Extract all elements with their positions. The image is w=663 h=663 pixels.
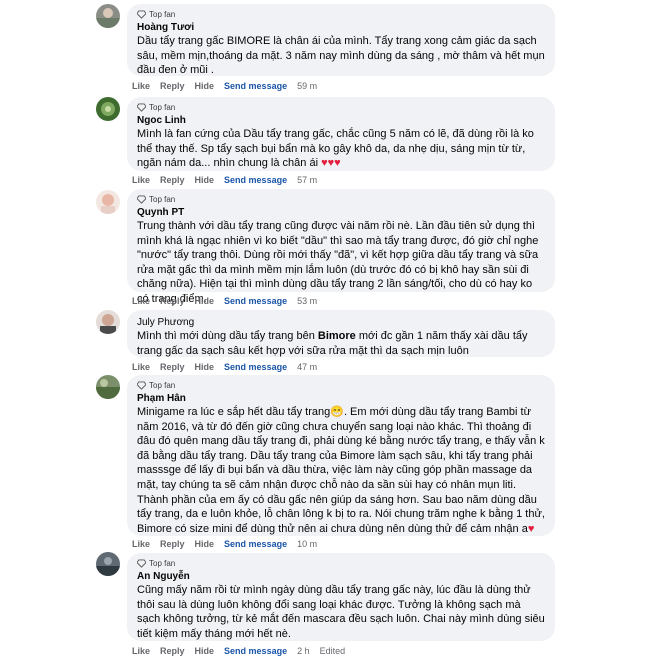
comment-bubble: Top fan Phạm Hân Minigame ra lúc e sắp h…: [127, 375, 555, 536]
grin-emoji: 😁: [330, 406, 344, 418]
avatar[interactable]: [96, 310, 120, 334]
like-button[interactable]: Like: [132, 362, 150, 372]
heart-emoji: ♥: [527, 522, 535, 535]
comment-text: Cũng mấy năm rồi từ mình ngày dùng dầu t…: [137, 584, 545, 640]
comment-actions: Like Reply Hide Send message 59 m: [132, 80, 327, 92]
reply-button[interactable]: Reply: [160, 362, 185, 372]
comment-actions: Like Reply Hide Send message 53 m: [132, 295, 327, 307]
comment-bubble: Top fan Hoàng Tươi Dầu tẩy trang gấc BIM…: [127, 4, 555, 76]
comment-actions: Like Reply Hide Send message 2 h Edited: [132, 645, 355, 657]
comment-text: Trung thành với dầu tẩy trang cũng được …: [137, 220, 539, 305]
send-message-button[interactable]: Send message: [224, 539, 287, 549]
like-button[interactable]: Like: [132, 539, 150, 549]
send-message-button[interactable]: Send message: [224, 296, 287, 306]
brand-mention[interactable]: Bimore: [318, 330, 356, 342]
comment-actions: Like Reply Hide Send message 10 m: [132, 538, 327, 550]
reply-button[interactable]: Reply: [160, 175, 185, 185]
hide-button[interactable]: Hide: [195, 81, 215, 91]
like-button[interactable]: Like: [132, 296, 150, 306]
top-fan-badge: Top fan: [137, 558, 545, 569]
comment-bubble: Top fan Ngoc Linh Mình là fan cứng của D…: [127, 97, 555, 171]
like-button[interactable]: Like: [132, 646, 150, 656]
comment-actions: Like Reply Hide Send message 47 m: [132, 361, 327, 373]
comment-text: Mình thì mới dùng dầu tẩy trang bên Bimo…: [137, 330, 528, 357]
comment-text: Mình là fan cứng của Dầu tẩy trang gấc, …: [137, 128, 534, 170]
comment-bubble: Top fan Quynh PT Trung thành với dầu tẩy…: [127, 189, 555, 305]
top-fan-badge: Top fan: [137, 380, 545, 391]
diamond-icon: [137, 103, 146, 112]
diamond-icon: [137, 195, 146, 204]
avatar[interactable]: [96, 375, 120, 399]
author-name[interactable]: Ngoc Linh: [137, 114, 545, 127]
send-message-button[interactable]: Send message: [224, 362, 287, 372]
top-fan-badge: Top fan: [137, 102, 545, 113]
timestamp[interactable]: 2 h: [297, 646, 310, 656]
diamond-icon: [137, 381, 146, 390]
reply-button[interactable]: Reply: [160, 646, 185, 656]
author-name[interactable]: July Phương: [137, 316, 545, 329]
hide-button[interactable]: Hide: [195, 362, 215, 372]
avatar[interactable]: [96, 97, 120, 121]
reply-button[interactable]: Reply: [160, 81, 185, 91]
hide-button[interactable]: Hide: [195, 646, 215, 656]
hide-button[interactable]: Hide: [195, 175, 215, 185]
author-name[interactable]: Hoàng Tươi: [137, 21, 545, 34]
timestamp[interactable]: 53 m: [297, 296, 317, 306]
comment-bubble: July Phương Mình thì mới dùng dầu tẩy tr…: [127, 310, 555, 357]
diamond-icon: [137, 10, 146, 19]
comment-text: Dầu tẩy trang gấc BIMORE là chân ái của …: [137, 35, 545, 77]
author-name[interactable]: Quynh PT: [137, 206, 545, 219]
avatar[interactable]: [96, 4, 120, 28]
top-fan-badge: Top fan: [137, 194, 545, 205]
like-button[interactable]: Like: [132, 81, 150, 91]
edited-label[interactable]: Edited: [320, 646, 346, 656]
comment-actions: Like Reply Hide Send message 57 m: [132, 174, 327, 186]
timestamp[interactable]: 57 m: [297, 175, 317, 185]
like-button[interactable]: Like: [132, 175, 150, 185]
author-name[interactable]: An Nguyễn: [137, 570, 545, 583]
send-message-button[interactable]: Send message: [224, 175, 287, 185]
hide-button[interactable]: Hide: [195, 296, 215, 306]
hide-button[interactable]: Hide: [195, 539, 215, 549]
comment-bubble: Top fan An Nguyễn Cũng mấy năm rồi từ mì…: [127, 553, 555, 641]
author-name[interactable]: Phạm Hân: [137, 392, 545, 405]
send-message-button[interactable]: Send message: [224, 646, 287, 656]
heart-emoji: ♥♥♥: [321, 157, 341, 170]
reply-button[interactable]: Reply: [160, 539, 185, 549]
top-fan-badge: Top fan: [137, 9, 545, 20]
diamond-icon: [137, 559, 146, 568]
timestamp[interactable]: 59 m: [297, 81, 317, 91]
reply-button[interactable]: Reply: [160, 296, 185, 306]
avatar[interactable]: [96, 552, 120, 576]
comment-text: Minigame ra lúc e sắp hết dầu tẩy trang😁…: [137, 406, 545, 535]
avatar[interactable]: [96, 190, 120, 214]
timestamp[interactable]: 10 m: [297, 539, 317, 549]
send-message-button[interactable]: Send message: [224, 81, 287, 91]
timestamp[interactable]: 47 m: [297, 362, 317, 372]
